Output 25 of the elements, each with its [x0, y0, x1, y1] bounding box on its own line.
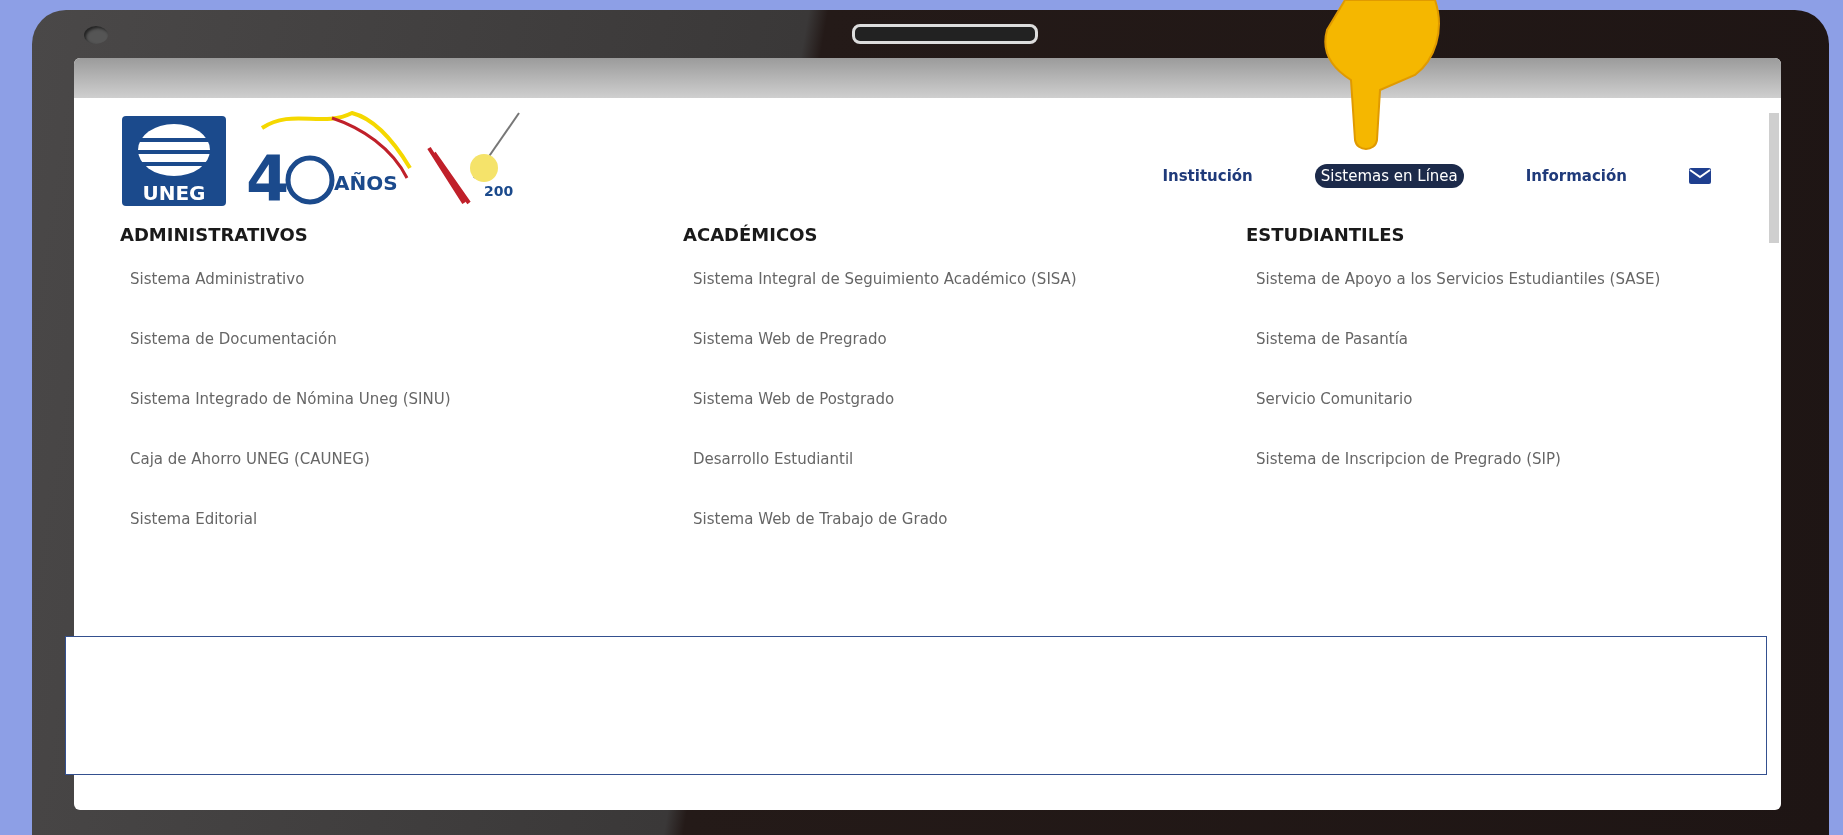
- column-heading: ACADÉMICOS: [683, 224, 818, 245]
- menu-link[interactable]: Sistema Web de Pregrado: [693, 327, 887, 351]
- camera-dot: [84, 26, 108, 44]
- menu-link[interactable]: Sistema de Apoyo a los Servicios Estudiantiles (SASE): [1256, 267, 1661, 291]
- menu-link[interactable]: Desarrollo Estudiantil: [693, 447, 854, 471]
- menu-link[interactable]: Sistema Web de Trabajo de Grado: [693, 507, 948, 531]
- logo: 200: [424, 108, 524, 208]
- menu-link[interactable]: Sistema Web de Postgrado: [693, 387, 895, 411]
- menu-link[interactable]: Sistema de Pasantía: [1256, 327, 1409, 351]
- menu-link[interactable]: Sistema Integrado de Nómina Uneg (SINU): [130, 387, 451, 411]
- menu-link[interactable]: Sistema Integral de Seguimiento Académico (SISA): [693, 267, 1077, 291]
- menu-link[interactable]: Sistema de Inscripcion de Pregrado (SIP): [1256, 447, 1561, 471]
- nav-link[interactable]: Institución: [1156, 164, 1259, 188]
- mail-icon[interactable]: [1689, 168, 1711, 184]
- menu-link[interactable]: Caja de Ahorro UNEG (CAUNEG): [130, 447, 370, 471]
- menu-link[interactable]: Sistema de Documentación: [130, 327, 337, 351]
- logo: 4 AÑOS: [242, 108, 412, 208]
- menu-link[interactable]: Sistema Administrativo: [130, 267, 305, 291]
- menu-link[interactable]: Sistema Editorial: [130, 507, 258, 531]
- nav-link[interactable]: Información: [1519, 164, 1633, 188]
- nav-link[interactable]: Sistemas en Línea: [1314, 164, 1464, 188]
- menu-link[interactable]: Servicio Comunitario: [1256, 387, 1413, 411]
- column-heading: ESTUDIANTILES: [1246, 224, 1405, 245]
- column-heading: ADMINISTRATIVOS: [120, 224, 308, 245]
- scroll-thumb[interactable]: [1769, 113, 1779, 243]
